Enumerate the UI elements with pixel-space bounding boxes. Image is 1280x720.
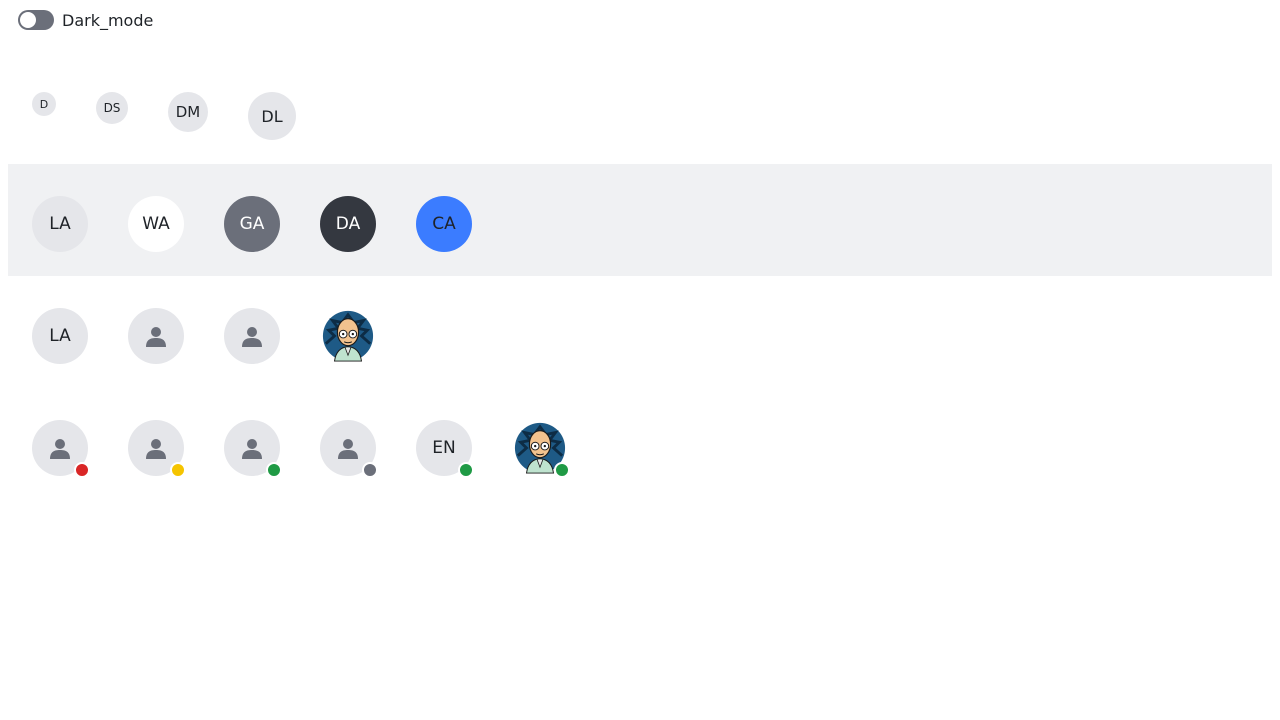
dark-mode-toggle-row: Dark_mode [18,10,153,30]
status-online-dot [554,462,570,478]
avatar-dark: DA [320,196,376,252]
status-offline-dot [362,462,378,478]
avatar-initials: LA [49,326,71,346]
professor-photo [322,310,374,362]
avatar-icon-type [128,308,184,364]
avatar-sm: DS [96,92,128,124]
avatar-initials: DL [261,106,283,126]
avatar-initials-type: LA [32,308,88,364]
avatar-status-photo [512,420,570,478]
avatar-white: WA [128,196,184,252]
avatar-xs: D [32,92,56,116]
avatar-photo-type [320,308,376,364]
avatar-status-busy [32,420,90,478]
avatar-light: LA [32,196,88,252]
avatar-status-offline [320,420,378,478]
avatar-lg: DL [248,92,296,140]
avatar-grey: GA [224,196,280,252]
status-busy-dot [74,462,90,478]
person-icon [242,439,262,459]
status-online-dot [266,462,282,478]
avatar-initials: EN [432,438,456,458]
avatar-status-online [224,420,282,478]
person-icon [338,439,358,459]
status-away-dot [170,462,186,478]
avatar-md: DM [168,92,208,132]
avatar-status-initials: EN [416,420,474,478]
avatar-icon-type [224,308,280,364]
avatar-color: CA [416,196,472,252]
avatar-initials: CA [432,214,456,234]
dark-mode-switch[interactable] [18,10,54,30]
avatar-initials: DA [335,214,361,234]
avatar-initials: LA [49,214,71,234]
avatar-initials: DM [175,103,201,121]
person-icon [146,439,166,459]
avatar-initials: GA [239,214,265,234]
avatar-initials: DS [103,101,121,115]
person-icon [242,327,262,347]
switch-knob [20,12,36,28]
avatar-initials: D [39,97,49,111]
avatar-initials: WA [142,214,170,234]
status-online-dot [458,462,474,478]
variants-band [8,164,1272,276]
person-icon [50,439,70,459]
avatar-status-away [128,420,186,478]
person-icon [146,327,166,347]
dark-mode-label: Dark_mode [62,10,154,30]
